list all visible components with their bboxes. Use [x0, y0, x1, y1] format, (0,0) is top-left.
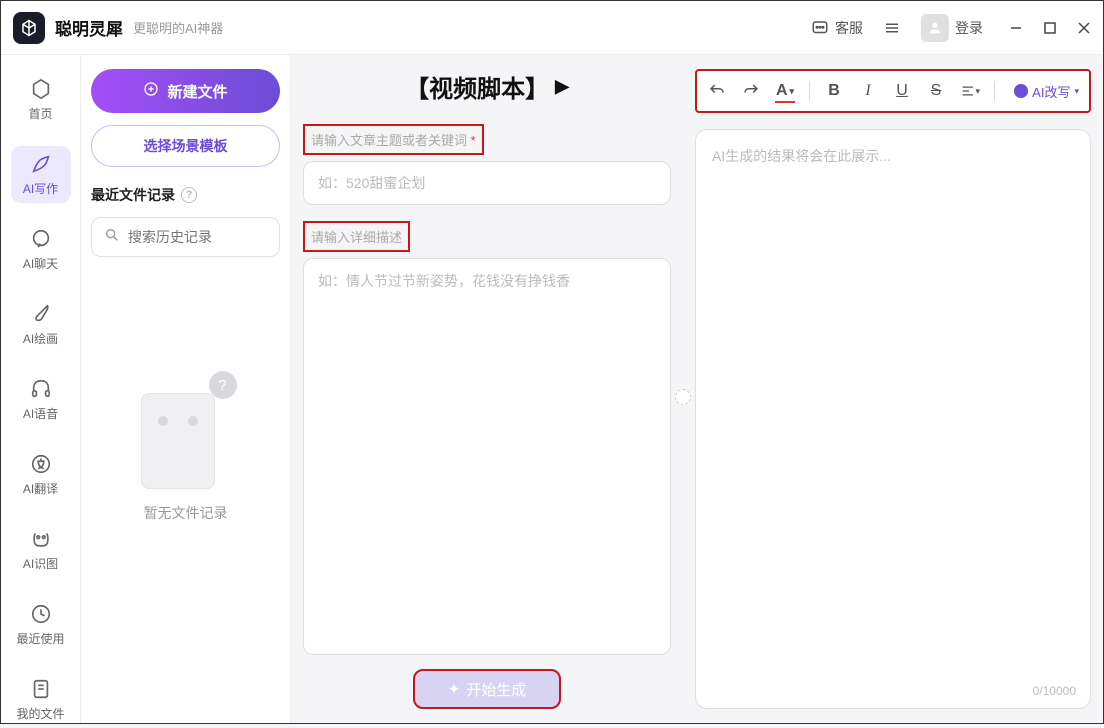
pen-icon [29, 152, 53, 176]
choose-template-button[interactable]: 选择场景模板 [91, 125, 280, 167]
center-panel: 【视频脚本】 ▶ 请输入文章主题或者关键词 * 请输入详细描述 ✦ 开始生成 [291, 55, 683, 723]
empty-text: 暂无文件记录 [144, 503, 228, 523]
empty-state: ? 暂无文件记录 [91, 379, 280, 523]
bubble-icon [29, 227, 53, 251]
sidebar-item-home[interactable]: 首页 [11, 71, 71, 128]
plus-icon [143, 81, 159, 101]
translate-icon [29, 452, 53, 476]
search-input[interactable] [128, 229, 309, 245]
hamburger-icon [883, 19, 901, 37]
editor-toolbar: A▾ B I U S ▾ AI改写 ▾ [695, 69, 1091, 113]
recent-files-title: 最近文件记录 [91, 185, 175, 205]
play-icon[interactable]: ▶ [555, 76, 569, 97]
history-icon [29, 602, 53, 626]
topic-label-text: 请输入文章主题或者关键词 [311, 133, 467, 148]
menu-button[interactable] [873, 13, 911, 43]
search-box[interactable] [91, 217, 280, 257]
sidebar: 首页 AI写作 AI聊天 AI绘画 AI语音 AI翻译 AI识图 最近使用 [1, 55, 81, 723]
sidebar-item-paint[interactable]: AI绘画 [11, 296, 71, 353]
separator [809, 81, 810, 101]
sidebar-item-label: AI聊天 [23, 255, 58, 272]
sidebar-item-label: AI语音 [23, 405, 58, 422]
page-title-text: 【视频脚本】 [405, 69, 549, 104]
sidebar-item-label: 首页 [28, 105, 52, 122]
desc-label: 请输入详细描述 [303, 221, 410, 252]
login-label: 登录 [955, 18, 983, 38]
sidebar-item-translate[interactable]: AI翻译 [11, 446, 71, 503]
sidebar-item-chat[interactable]: AI聊天 [11, 221, 71, 278]
sidebar-item-label: AI绘画 [23, 330, 58, 347]
search-icon [104, 227, 120, 248]
sidebar-item-voice[interactable]: AI语音 [11, 371, 71, 428]
window-controls [1009, 21, 1091, 35]
topic-input[interactable] [303, 161, 671, 205]
file-icon [29, 677, 53, 701]
new-file-button[interactable]: 新建文件 [91, 69, 280, 113]
align-button[interactable]: ▾ [960, 81, 980, 101]
separator [994, 81, 995, 101]
customer-service-label: 客服 [835, 18, 863, 38]
ai-dot-icon [1014, 84, 1028, 98]
redo-button[interactable] [741, 81, 761, 101]
sidebar-item-write[interactable]: AI写作 [11, 146, 71, 203]
font-color-button[interactable]: A▾ [775, 81, 795, 101]
home-icon [29, 77, 53, 101]
image-icon [29, 527, 53, 551]
generate-button[interactable]: ✦ 开始生成 [413, 669, 561, 709]
app-logo-icon [13, 12, 45, 44]
recent-files-header: 最近文件记录 ? [91, 185, 280, 205]
output-area[interactable]: AI生成的结果将会在此展示... 0/10000 [695, 129, 1091, 709]
sidebar-item-label: AI识图 [23, 555, 58, 572]
app-subtitle: 更聪明的AI神器 [133, 18, 223, 37]
ai-rewrite-label: AI改写 [1032, 82, 1070, 101]
help-icon[interactable]: ? [181, 187, 197, 203]
login-button[interactable]: 登录 [911, 8, 993, 48]
underline-button[interactable]: U [892, 81, 912, 101]
brush-icon [29, 302, 53, 326]
bold-button[interactable]: B [824, 81, 844, 101]
maximize-button[interactable] [1043, 21, 1057, 35]
minimize-button[interactable] [1009, 21, 1023, 35]
right-panel: A▾ B I U S ▾ AI改写 ▾ AI生成的结果将会在此展示... 0/1… [683, 55, 1103, 723]
ai-rewrite-button[interactable]: AI改写 ▾ [1014, 82, 1079, 101]
sidebar-item-label: AI写作 [23, 180, 58, 197]
required-mark: * [471, 133, 476, 148]
sidebar-item-label: 我的文件 [16, 705, 64, 722]
chat-icon [811, 19, 829, 37]
strikethrough-button[interactable]: S [926, 81, 946, 101]
empty-illustration-icon: ? [141, 379, 231, 489]
close-button[interactable] [1077, 21, 1091, 35]
page-title: 【视频脚本】 ▶ [303, 69, 671, 104]
output-placeholder: AI生成的结果将会在此展示... [712, 148, 891, 164]
description-textarea[interactable] [303, 258, 671, 655]
sidebar-item-label: 最近使用 [16, 630, 64, 647]
char-counter: 0/10000 [1033, 684, 1076, 698]
avatar-icon [921, 14, 949, 42]
topic-label: 请输入文章主题或者关键词 * [303, 124, 484, 155]
chevron-down-icon: ▾ [1074, 86, 1079, 97]
left-panel: 新建文件 选择场景模板 最近文件记录 ? ? 暂无文件记录 [81, 55, 291, 723]
sidebar-item-image[interactable]: AI识图 [11, 521, 71, 578]
generate-label: 开始生成 [466, 679, 526, 700]
app-title: 聪明灵犀 [55, 15, 123, 40]
sidebar-item-recent[interactable]: 最近使用 [11, 596, 71, 653]
undo-button[interactable] [707, 81, 727, 101]
sidebar-item-label: AI翻译 [23, 480, 58, 497]
resize-handle[interactable] [675, 389, 691, 405]
customer-service-button[interactable]: 客服 [801, 12, 873, 44]
sparkle-icon: ✦ [448, 680, 461, 698]
titlebar: 聪明灵犀 更聪明的AI神器 客服 登录 [1, 1, 1103, 55]
sidebar-item-files[interactable]: 我的文件 [11, 671, 71, 728]
new-file-label: 新建文件 [167, 81, 227, 102]
headphones-icon [29, 377, 53, 401]
italic-button[interactable]: I [858, 81, 878, 101]
